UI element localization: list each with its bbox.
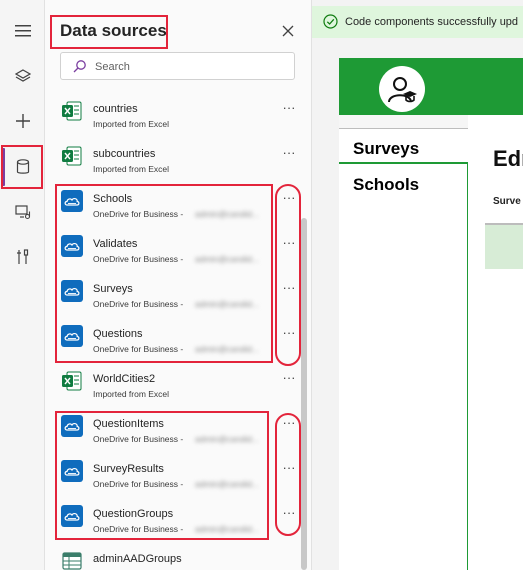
- excel-icon: [61, 145, 83, 167]
- nav-separator: [339, 162, 468, 164]
- highlight-box: [50, 15, 168, 49]
- data-source-name: adminAADGroups: [93, 553, 182, 565]
- notification-text: Code components successfully upd: [345, 16, 519, 28]
- data-source-name: subcountries: [93, 148, 156, 160]
- data-source-item[interactable]: WorldCities2 Imported from Excel ···: [45, 363, 311, 408]
- table-icon: [61, 550, 83, 570]
- more-options-button[interactable]: ···: [281, 99, 297, 119]
- data-sources-panel: Data sources countriesImported from Exce…: [45, 0, 312, 570]
- more-options-button[interactable]: ···: [281, 369, 297, 389]
- excel-icon: [61, 100, 83, 122]
- app-window: Data sources countriesImported from Exce…: [0, 0, 523, 570]
- nav-item-surveys[interactable]: Surveys: [353, 139, 419, 159]
- search-icon: [73, 59, 87, 78]
- data-source-subtitle: Imported from Excel: [93, 389, 170, 399]
- plus-icon[interactable]: [0, 98, 45, 143]
- app-heading: Edn: [493, 146, 523, 171]
- highlight-box: [55, 411, 269, 540]
- excel-icon: [61, 370, 83, 392]
- search-input[interactable]: [95, 59, 285, 75]
- close-icon[interactable]: [278, 21, 298, 41]
- nav-topline: [339, 115, 468, 129]
- app-row: [485, 223, 523, 269]
- app-header: [339, 58, 523, 115]
- notification-bar: Code components successfully upd: [312, 6, 523, 38]
- hamburger-icon[interactable]: [0, 8, 45, 53]
- app-column-label: Surve: [493, 196, 521, 207]
- data-source-name: countries: [93, 103, 138, 115]
- student-logo-icon: [379, 66, 425, 112]
- tools-icon[interactable]: [0, 234, 45, 279]
- search-box: [60, 52, 295, 80]
- data-source-name: WorldCities2: [93, 373, 156, 385]
- data-source-subtitle: Imported from Excel: [93, 119, 170, 129]
- data-source-item[interactable]: adminAADGroupsCollections: [45, 543, 311, 570]
- data-source-item[interactable]: subcountries Imported from Excel ···: [45, 138, 311, 183]
- media-icon[interactable]: [0, 189, 45, 234]
- data-source-subtitle: Imported from Excel: [93, 164, 170, 174]
- highlight-box: [55, 184, 273, 363]
- left-rail: [0, 0, 45, 570]
- more-options-button[interactable]: ···: [281, 144, 297, 164]
- highlight-box: [1, 145, 43, 189]
- highlight-box: [275, 413, 301, 536]
- check-circle-icon: [323, 14, 338, 34]
- layers-icon[interactable]: [0, 53, 45, 98]
- nav-item-schools[interactable]: Schools: [353, 175, 419, 195]
- nav-border: [467, 163, 468, 570]
- app-nav: Surveys Schools: [339, 115, 468, 570]
- scrollbar[interactable]: [301, 218, 307, 570]
- highlight-box: [275, 184, 301, 366]
- data-source-item[interactable]: countries Imported from Excel ···: [45, 93, 311, 138]
